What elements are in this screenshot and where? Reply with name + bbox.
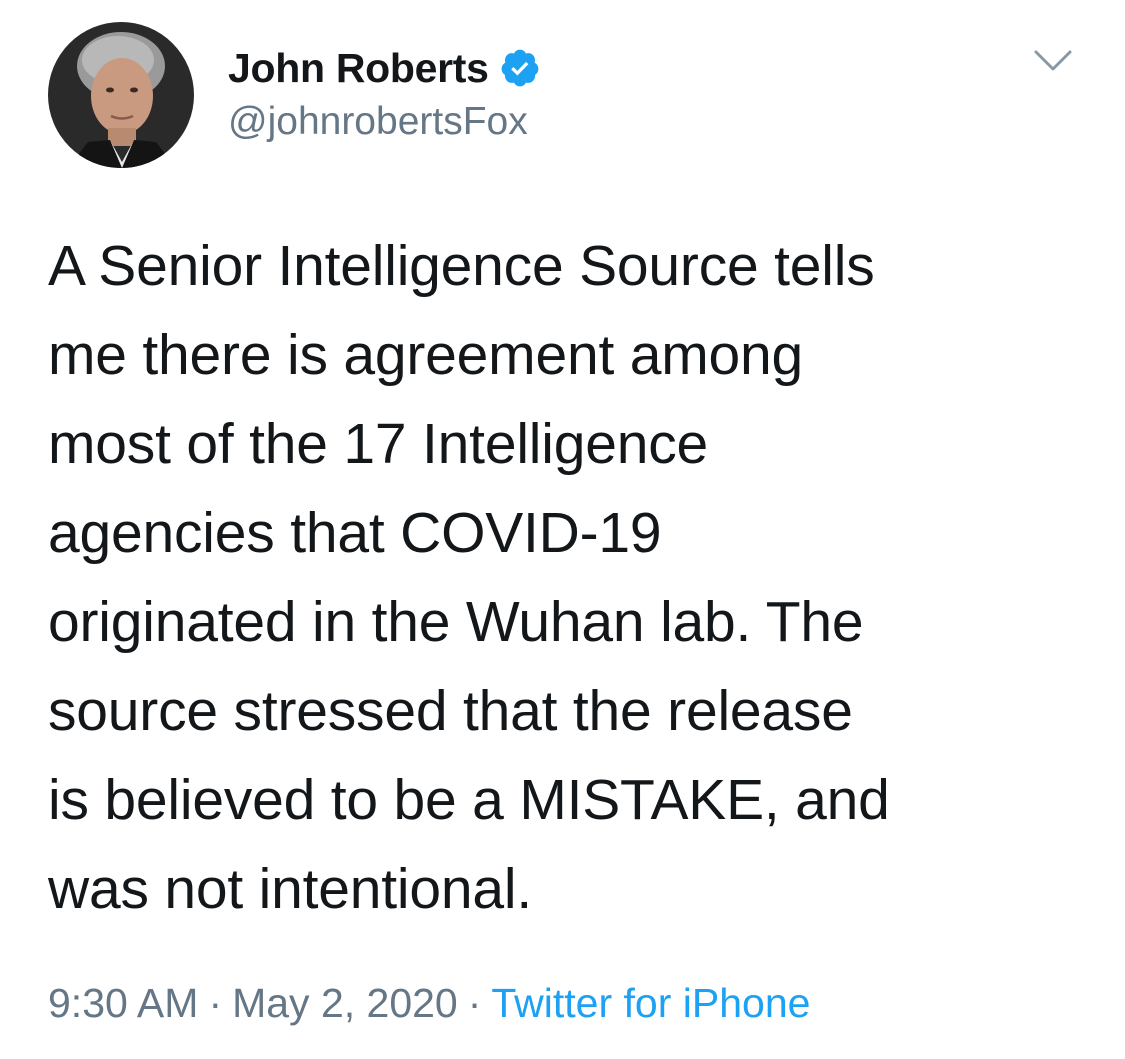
meta-separator: · <box>208 980 223 1026</box>
tweet-date[interactable]: May 2, 2020 <box>232 980 458 1026</box>
display-name[interactable]: John Roberts <box>228 45 489 92</box>
tweet-text-line: source stressed that the release <box>48 679 853 743</box>
tweet-time[interactable]: 9:30 AM <box>48 980 198 1026</box>
tweet-source-link[interactable]: Twitter for iPhone <box>491 980 810 1026</box>
tweet-text-line: is believed to be a MISTAKE, and <box>48 768 890 832</box>
tweet-text-line: me there is agreement among <box>48 323 803 387</box>
tweet-text-line: A Senior Intelligence Source tells <box>48 234 875 298</box>
tweet-text: A Senior Intelligence Source tells me th… <box>48 222 1098 934</box>
author-name-row[interactable]: John Roberts <box>228 40 541 96</box>
tweet-card: John Roberts @johnrobertsFox A Senior In… <box>0 0 1125 1059</box>
meta-separator: · <box>467 980 482 1026</box>
tweet-text-line: originated in the Wuhan lab. The <box>48 590 864 654</box>
chevron-down-icon[interactable] <box>1032 46 1074 76</box>
tweet-text-line: was not intentional. <box>48 857 532 921</box>
tweet-metadata: 9:30 AM · May 2, 2020 · Twitter for iPhone <box>48 980 810 1027</box>
avatar[interactable] <box>48 22 194 168</box>
tweet-text-line: agencies that COVID-19 <box>48 501 662 565</box>
avatar-image <box>48 22 194 168</box>
tweet-text-line: most of the 17 Intelligence <box>48 412 709 476</box>
username-handle[interactable]: @johnrobertsFox <box>228 100 528 144</box>
verified-badge-icon <box>499 47 541 89</box>
